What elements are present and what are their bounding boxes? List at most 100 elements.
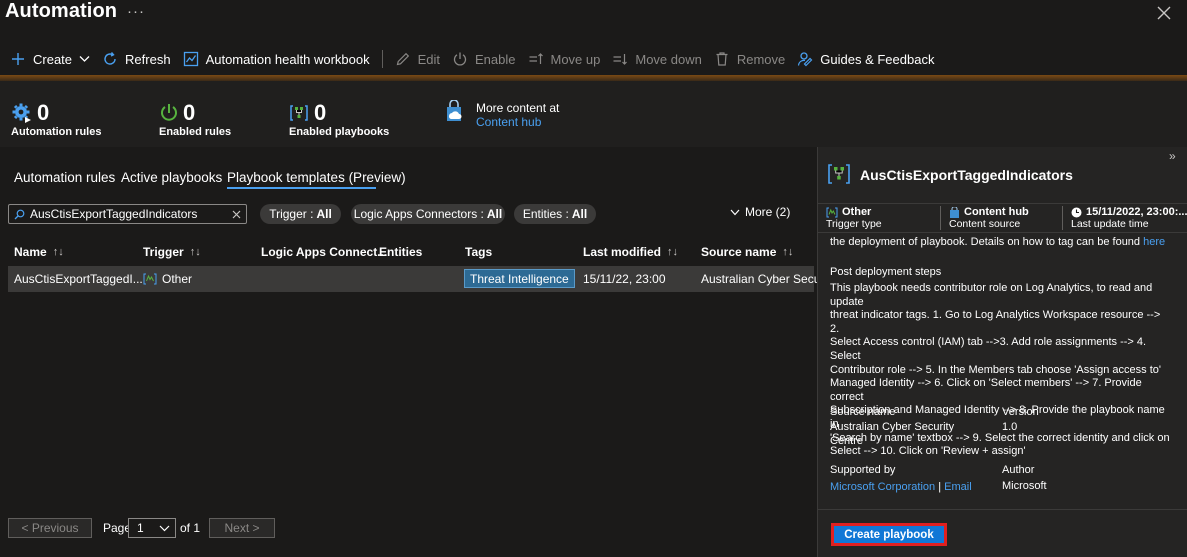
workbook-icon — [183, 51, 199, 67]
panel-footer-divider — [817, 509, 1187, 510]
column-header-source-name[interactable]: Source name ↑↓ — [701, 245, 793, 259]
column-header-connectors[interactable]: Logic Apps Connect... — [261, 245, 387, 259]
automation-rules-stat: 0 Automation rules — [11, 100, 101, 138]
post-step-line: Contributor role --> 5. In the Members t… — [830, 363, 1161, 376]
collapse-panel-icon[interactable]: » — [1169, 149, 1176, 163]
edit-button[interactable]: Edit — [389, 44, 446, 74]
column-header-label: Logic Apps Connect... — [261, 245, 388, 259]
page-title: Automation — [5, 0, 118, 22]
here-link[interactable]: here — [1143, 236, 1165, 248]
content-hub-text: More content at — [476, 101, 560, 115]
tab-active-playbooks[interactable]: Active playbooks — [121, 170, 222, 185]
page-select[interactable]: 1 — [128, 518, 176, 538]
post-step-line: This playbook needs contributor role on … — [830, 282, 1153, 308]
column-header-label: Last modified — [583, 245, 662, 259]
power-icon — [452, 51, 468, 67]
entities-filter[interactable]: Entities : All — [514, 204, 596, 224]
meta-updated-label: Last update time — [1071, 218, 1149, 230]
create-button[interactable]: Create — [0, 44, 96, 74]
enabled-rules-stat: 0 Enabled rules — [159, 100, 231, 138]
source-name-line: Australian Cyber Security — [830, 421, 955, 433]
search-input[interactable]: AusCtisExportTaggedIndicators — [8, 204, 247, 224]
guides-feedback-button[interactable]: Guides & Feedback — [791, 44, 940, 74]
plus-icon — [10, 51, 26, 67]
panel-title: AusCtisExportTaggedIndicators — [860, 167, 1073, 183]
search-value: AusCtisExportTaggedIndicators — [30, 207, 198, 221]
connectors-filter[interactable]: Logic Apps Connectors : All — [351, 204, 505, 224]
content-hub-link[interactable]: Content hub — [476, 115, 541, 129]
source-name-value: Australian Cyber Security Centre — [830, 421, 990, 448]
clear-icon[interactable] — [232, 210, 241, 219]
entities-filter-label: Entities : — [522, 207, 569, 221]
tab-playbook-templates[interactable]: Playbook templates (Preview) — [227, 170, 406, 185]
sort-icon: ↑↓ — [782, 246, 794, 258]
enable-button[interactable]: Enable — [446, 44, 521, 74]
previous-page-button[interactable]: < Previous — [8, 518, 92, 538]
column-header-tags[interactable]: Tags — [465, 245, 492, 259]
row-name: AusCtisExportTaggedI... — [14, 272, 143, 286]
connectors-filter-value: All — [486, 207, 503, 221]
search-icon — [14, 209, 25, 220]
column-header-last-modified[interactable]: Last modified ↑↓ — [583, 245, 678, 259]
create-label: Create — [33, 51, 73, 67]
column-header-trigger[interactable]: Trigger ↑↓ — [143, 245, 201, 259]
meta-divider — [940, 206, 941, 230]
automation-rules-label: Automation rules — [11, 126, 102, 138]
more-options-icon[interactable]: ··· — [127, 3, 145, 20]
refresh-button[interactable]: Refresh — [96, 44, 177, 74]
enabled-rules-count: 0 — [183, 100, 196, 125]
meta-source-label: Content source — [949, 218, 1021, 230]
automation-rules-count: 0 — [37, 100, 50, 125]
microsoft-corporation-link[interactable]: Microsoft Corporation — [830, 481, 935, 493]
supported-by-value: Microsoft Corporation | Email — [830, 481, 1000, 495]
pencil-icon — [395, 51, 411, 67]
command-bar: Create Refresh Automation health workboo… — [0, 44, 1187, 74]
enabled-rules-label: Enabled rules — [159, 126, 232, 138]
column-header-entities[interactable]: Entities — [379, 245, 422, 259]
email-link[interactable]: Email — [944, 481, 972, 493]
move-down-button[interactable]: Move down — [606, 44, 707, 74]
description-text: the deployment of playbook. Details on h… — [830, 236, 1170, 250]
move-down-icon — [612, 51, 628, 67]
post-step-line: threat indicator tags. 1. Go to Log Anal… — [830, 309, 1161, 335]
clock-icon — [1071, 207, 1082, 218]
link-separator: | — [938, 481, 942, 493]
refresh-icon — [102, 51, 118, 67]
column-header-label: Entities — [379, 245, 423, 259]
trash-icon — [714, 51, 730, 67]
move-down-label: Move down — [635, 51, 702, 67]
automation-health-workbook-button[interactable]: Automation health workbook — [177, 44, 376, 74]
tab-automation-rules[interactable]: Automation rules — [14, 170, 115, 185]
chevron-down-icon — [79, 55, 90, 63]
feedback-icon — [797, 51, 813, 67]
remove-button[interactable]: Remove — [708, 44, 791, 74]
close-icon[interactable] — [1155, 4, 1173, 22]
column-header-label: Trigger — [143, 245, 184, 259]
author-label: Author — [1002, 464, 1035, 476]
next-page-button[interactable]: Next > — [209, 518, 275, 538]
chevron-down-icon — [730, 209, 740, 216]
column-header-label: Name — [14, 245, 47, 259]
sort-icon: ↑↓ — [189, 246, 201, 258]
active-tab-indicator — [227, 187, 376, 189]
sort-icon: ↑↓ — [52, 246, 64, 258]
move-up-button[interactable]: Move up — [522, 44, 607, 74]
post-step-line: Select Access control (IAM) tab -->3. Ad… — [830, 336, 1147, 362]
more-filters-button[interactable]: More (2) — [730, 205, 790, 219]
trigger-filter[interactable]: Trigger : All — [260, 204, 341, 224]
toolbar-divider — [381, 50, 383, 68]
gear-icon — [11, 102, 33, 124]
tag-badge: Threat Intelligence — [464, 269, 575, 288]
source-name-label: Source name — [830, 406, 896, 418]
create-playbook-button[interactable]: Create playbook — [831, 523, 947, 546]
source-name-line: Centre — [830, 434, 864, 447]
meta-divider — [1062, 206, 1063, 230]
edit-label: Edit — [417, 51, 441, 67]
more-filters-label: More (2) — [745, 205, 791, 219]
entities-filter-value: All — [571, 207, 588, 221]
workbook-label: Automation health workbook — [205, 51, 370, 67]
column-header-label: Source name — [701, 245, 777, 259]
trigger-filter-label: Trigger : — [269, 207, 314, 221]
column-header-name[interactable]: Name ↑↓ — [14, 245, 64, 259]
guides-label: Guides & Feedback — [820, 51, 935, 67]
